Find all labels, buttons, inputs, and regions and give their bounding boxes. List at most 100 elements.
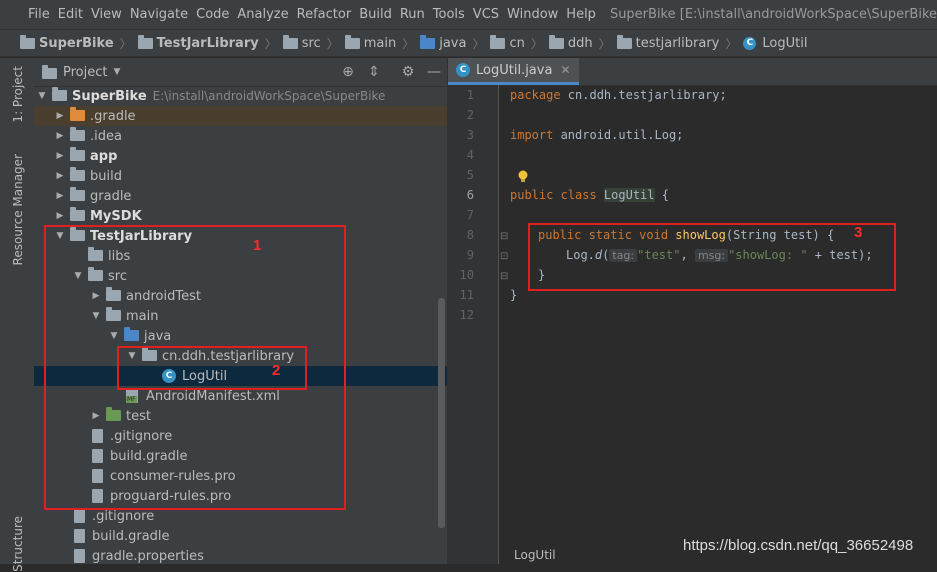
crumb-ddh[interactable]: ddh	[548, 35, 593, 51]
folder-icon	[344, 35, 360, 49]
watermark-text: https://blog.csdn.net/qq_36652498	[683, 537, 914, 554]
tree-item-idea[interactable]: ▶ .idea	[34, 126, 467, 146]
tree-item-label: gradle	[90, 188, 132, 204]
expand-arrow-icon[interactable]: ▼	[36, 91, 48, 101]
menu-view[interactable]: View	[91, 7, 122, 22]
fold-icon[interactable]: ⊟	[500, 231, 508, 242]
crumb-src[interactable]: src	[282, 35, 321, 51]
crumb-testjarlibrary-pkg[interactable]: testjarlibrary	[616, 35, 719, 51]
code-line-1[interactable]: package cn.ddh.testjarlibrary;	[510, 88, 727, 102]
tree-item-mysdk[interactable]: ▶ MySDK	[34, 206, 467, 226]
gear-icon[interactable]: ⚙	[400, 64, 416, 80]
source-folder-icon	[420, 35, 436, 49]
lightbulb-icon[interactable]	[518, 170, 528, 184]
menu-navigate[interactable]: Navigate	[130, 7, 188, 22]
project-folder-icon	[42, 64, 57, 79]
package-icon	[548, 35, 564, 49]
menu-help[interactable]: Help	[566, 7, 596, 22]
annotation-number-3: 3	[854, 224, 863, 241]
line-number: 3	[466, 128, 474, 142]
package-icon	[490, 35, 506, 49]
fold-icon[interactable]: ⊟	[500, 271, 508, 282]
collapse-arrow-icon[interactable]: ▶	[54, 191, 66, 201]
folder-icon	[20, 35, 35, 49]
crumb-label: cn	[509, 35, 525, 51]
chevron-down-icon[interactable]: ▼	[113, 67, 120, 77]
collapse-arrow-icon[interactable]: ▶	[54, 111, 66, 121]
tree-item-build[interactable]: ▶ build	[34, 166, 467, 186]
breadcrumb: SuperBike 〉 TestJarLibrary 〉 src 〉 main …	[0, 29, 937, 57]
crumb-java[interactable]: java	[420, 35, 466, 51]
code-line-3[interactable]: import android.util.Log;	[510, 128, 683, 142]
code-line-11[interactable]: }	[510, 288, 517, 302]
menu-code[interactable]: Code	[196, 7, 229, 22]
minimize-icon[interactable]: —	[426, 64, 442, 80]
chevron-right-icon: 〉	[472, 36, 485, 51]
fold-icon[interactable]: ⊡	[500, 251, 508, 262]
crumb-label: src	[301, 35, 321, 51]
collapse-arrow-icon[interactable]: ▶	[54, 171, 66, 181]
crumb-cn[interactable]: cn	[490, 35, 525, 51]
crumb-main[interactable]: main	[344, 35, 397, 51]
window-title: SuperBike [E:\install\androidWorkSpace\S…	[609, 7, 937, 22]
line-number: 8	[466, 228, 474, 242]
code-keyword: public class	[510, 188, 604, 202]
crumb-testjarlibrary[interactable]: TestJarLibrary	[137, 35, 259, 51]
gradle-icon	[72, 529, 88, 543]
tab-structure[interactable]: Structure	[11, 516, 25, 572]
crumb-superbike[interactable]: SuperBike	[20, 35, 114, 51]
collapse-arrow-icon[interactable]: ▶	[54, 131, 66, 141]
editor-status-breadcrumb[interactable]: LogUtil	[514, 548, 556, 562]
code-text: cn.ddh.testjarlibrary;	[560, 88, 727, 102]
crumb-label: TestJarLibrary	[156, 35, 259, 51]
menu-analyze[interactable]: Analyze	[237, 7, 288, 22]
tree-item-gradle[interactable]: ▶ gradle	[34, 186, 467, 206]
menu-vcs[interactable]: VCS	[473, 7, 499, 22]
class-icon: C	[743, 37, 757, 50]
tree-item-label: build.gradle	[92, 528, 170, 544]
tab-label: LogUtil.java	[476, 62, 553, 78]
project-view-selector[interactable]: Project	[63, 65, 107, 80]
editor-tab-bar: C LogUtil.java ✕	[448, 58, 937, 86]
module-folder-icon	[52, 87, 68, 103]
menu-edit[interactable]: Edit	[58, 7, 83, 22]
vertical-scrollbar[interactable]	[438, 298, 445, 528]
tree-item-label: .idea	[90, 128, 122, 144]
crumb-label: main	[363, 35, 397, 51]
module-folder-icon	[70, 147, 86, 163]
tree-item-path: E:\install\androidWorkSpace\SuperBike	[152, 89, 386, 103]
tree-item-superbike[interactable]: ▼ SuperBike E:\install\androidWorkSpace\…	[34, 86, 449, 106]
tab-logutil-java[interactable]: C LogUtil.java ✕	[448, 58, 579, 85]
locate-icon[interactable]: ⊕	[340, 64, 356, 80]
chevron-right-icon: 〉	[264, 36, 277, 51]
menu-build[interactable]: Build	[359, 7, 392, 22]
package-icon	[616, 35, 632, 49]
line-number-gutter: 1 2 3 4 5 6 7 8 9 10 11 12	[448, 85, 499, 564]
project-panel-header: Project ▼ ⊕ ⇕ ⚙ —	[34, 58, 447, 87]
collapse-arrow-icon[interactable]: ▶	[54, 211, 66, 221]
annotation-number-1: 1	[253, 237, 262, 254]
line-number: 5	[466, 168, 474, 182]
tree-item-gradle-properties[interactable]: gradle.properties	[34, 546, 481, 566]
line-number: 6	[466, 188, 474, 202]
collapse-arrow-icon[interactable]: ▶	[54, 151, 66, 161]
crumb-logutil[interactable]: C LogUtil	[743, 36, 807, 51]
tree-item-app[interactable]: ▶ app	[34, 146, 467, 166]
code-line-6[interactable]: public class LogUtil {	[510, 188, 669, 202]
line-number: 10	[459, 268, 474, 282]
module-folder-icon	[70, 207, 86, 223]
tab-resource-manager[interactable]: Resource Manager	[11, 154, 25, 265]
tab-project-tool[interactable]: 1: Project	[11, 66, 25, 123]
menu-run[interactable]: Run	[400, 7, 425, 22]
menu-window[interactable]: Window	[507, 7, 558, 22]
tree-item-label: gradle.properties	[92, 548, 204, 564]
menu-tools[interactable]: Tools	[433, 7, 465, 22]
folder-icon	[70, 167, 86, 183]
tree-item-root-build-gradle[interactable]: build.gradle	[34, 526, 481, 546]
menu-file[interactable]: File	[28, 7, 50, 22]
menu-refactor[interactable]: Refactor	[297, 7, 352, 22]
tree-item-gradle-hidden[interactable]: ▶ .gradle	[34, 106, 467, 126]
close-icon[interactable]: ✕	[560, 63, 570, 77]
tree-item-label: .gitignore	[92, 508, 155, 524]
collapse-all-icon[interactable]: ⇕	[366, 64, 382, 80]
